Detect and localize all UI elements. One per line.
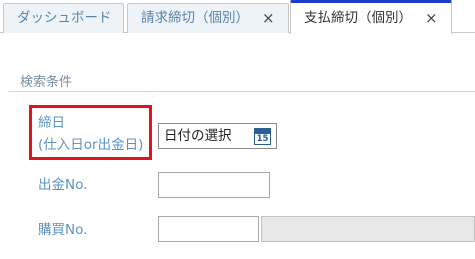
purchase-no-label: 購買No.	[38, 222, 88, 238]
tab-payment-closing-label: 支払締切（個別）	[304, 10, 412, 26]
closing-date-picker[interactable]: 日付の選択 15	[158, 123, 277, 149]
calendar-day: 15	[256, 134, 269, 144]
tab-payment-closing[interactable]: 支払締切（個別） ×	[290, 0, 452, 34]
tab-bar: ダッシュボード 請求締切（個別） × 支払締切（個別） ×	[0, 0, 475, 34]
close-icon[interactable]: ×	[262, 4, 275, 33]
purchase-no-display-field	[261, 216, 475, 242]
closing-date-sublabel: (仕入日or出金日)	[38, 137, 144, 153]
tab-invoice-closing-label: 請求締切（個別）	[141, 10, 249, 26]
search-conditions-title: 検索条件	[20, 75, 73, 90]
payment-no-label: 出金No.	[38, 177, 88, 193]
closing-date-label: 締日	[38, 115, 65, 131]
payment-no-input[interactable]	[158, 172, 270, 198]
section-divider	[9, 91, 475, 92]
tab-invoice-closing[interactable]: 請求締切（個別） ×	[127, 3, 289, 33]
tab-dashboard[interactable]: ダッシュボード	[3, 3, 124, 33]
calendar-icon[interactable]: 15	[254, 128, 271, 145]
tab-dashboard-label: ダッシュボード	[17, 10, 112, 26]
purchase-no-input[interactable]	[158, 216, 259, 242]
close-icon[interactable]: ×	[425, 3, 438, 34]
date-picker-placeholder: 日付の選択	[164, 128, 232, 144]
